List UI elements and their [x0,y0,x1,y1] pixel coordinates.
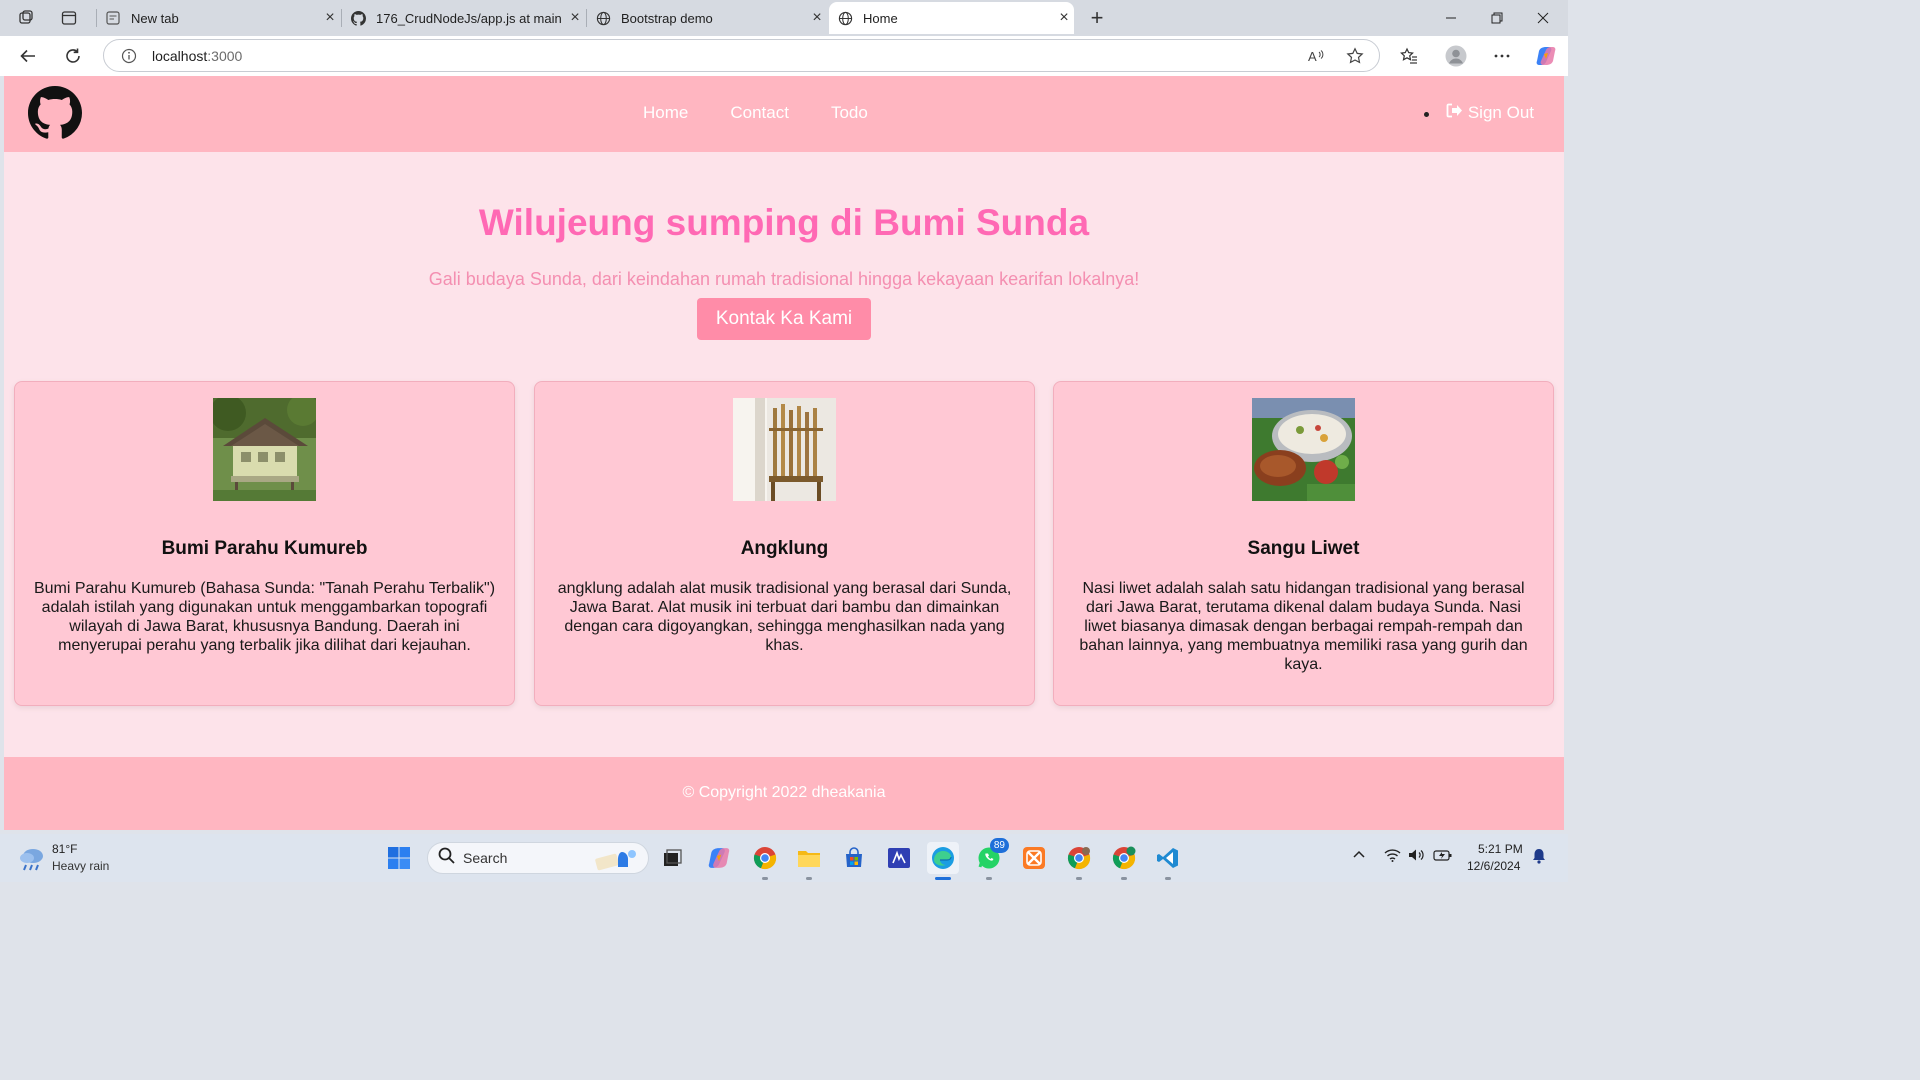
browser-tab-strip: New tab × 176_CrudNodeJs/app.js at main … [0,0,1568,36]
card-title: Angklung [740,538,829,559]
search-highlight-icon [594,846,640,877]
angklung-image [733,398,836,501]
browser-toolbar: localhost:3000 A [0,36,1568,76]
windows-start-icon[interactable] [383,842,415,874]
tab-new-tab[interactable]: New tab × [97,2,340,34]
minimize-icon[interactable] [1428,0,1474,36]
clock-date[interactable]: 12/6/2024 [1467,859,1520,873]
close-tab-icon[interactable]: × [565,9,585,27]
address-bar[interactable]: localhost:3000 A [103,39,1380,72]
visual-studio-icon[interactable] [883,842,915,874]
tab-title: Home [863,10,898,26]
traditional-house-image [213,398,316,501]
site-info-icon[interactable] [120,47,138,65]
task-view-icon[interactable] [656,842,688,874]
nav-link-contact[interactable]: Contact [730,103,789,123]
favorites-icon[interactable] [1395,42,1423,70]
close-tab-icon[interactable]: × [320,9,340,27]
card-bumi-parahu: Bumi Parahu Kumureb Bumi Parahu Kumureb … [14,381,515,706]
file-explorer-icon[interactable] [793,842,825,880]
copilot-icon[interactable] [1532,42,1560,70]
sign-out-link[interactable]: Sign Out [1446,103,1534,123]
web-page: Home Contact Todo Sign Out Wilujeung sum… [4,76,1564,830]
card-sangu-liwet: Sangu Liwet Nasi liwet adalah salah satu… [1053,381,1554,706]
weather-temperature[interactable]: 81°F [52,842,77,856]
hero-title: Wilujeung sumping di Bumi Sunda [478,202,1090,243]
tab-github[interactable]: 176_CrudNodeJs/app.js at main · × [342,2,585,34]
chrome-icon[interactable] [749,842,781,880]
back-icon[interactable] [14,42,42,70]
restore-icon[interactable] [1474,0,1520,36]
url-host: localhost [152,47,208,64]
windows-taskbar: 81°F Heavy rain Search 89 5:21 PM 12/6/2… [0,834,1568,882]
tab-title: Bootstrap demo [621,10,713,26]
footer-copyright: © Copyright 2022 dheakania [682,784,886,801]
more-options-icon[interactable] [1488,42,1516,70]
copilot-taskbar-icon[interactable] [703,842,735,874]
tab-title: New tab [131,10,179,26]
chrome-profile-d-icon[interactable] [1108,842,1140,880]
svg-text:A: A [1308,49,1317,64]
taskbar-search[interactable]: Search [427,842,649,874]
refresh-icon[interactable] [59,42,87,70]
volume-icon[interactable] [1408,848,1425,865]
github-logo-icon[interactable] [24,86,86,140]
edge-browser-icon[interactable] [927,842,959,880]
favorite-star-icon[interactable] [1342,43,1368,69]
card-title: Bumi Parahu Kumureb [161,538,368,559]
footer: © Copyright 2022 dheakania [4,757,1564,830]
workspaces-icon[interactable] [13,5,39,31]
nav-link-home[interactable]: Home [643,103,688,123]
search-icon [438,847,455,869]
chrome-profile-icon[interactable] [1063,842,1095,880]
battery-icon[interactable] [1433,848,1452,865]
microsoft-store-icon[interactable] [838,842,870,874]
read-aloud-icon[interactable]: A [1303,43,1329,69]
clock-time[interactable]: 5:21 PM [1478,842,1523,856]
card-angklung: Angklung angklung adalah alat musik trad… [534,381,1035,706]
profile-avatar-icon[interactable] [1442,42,1470,70]
xampp-icon[interactable] [1018,842,1050,874]
globe-icon [837,10,853,26]
notification-bell-icon[interactable] [1532,848,1546,867]
tab-actions-icon[interactable] [56,5,82,31]
globe-icon [595,10,611,26]
tab-bootstrap-demo[interactable]: Bootstrap demo × [587,2,827,34]
nasi-liwet-image [1252,398,1355,501]
close-tab-icon[interactable]: × [807,9,827,27]
weather-description[interactable]: Heavy rain [52,859,109,873]
url-port: :3000 [207,47,243,64]
newtab-icon [105,10,121,26]
whatsapp-unread-badge: 89 [989,838,1009,853]
tab-title: 176_CrudNodeJs/app.js at main · [376,10,565,26]
sign-out-label: Sign Out [1467,103,1534,122]
close-window-icon[interactable] [1520,0,1566,36]
github-icon [350,10,366,26]
url-text[interactable]: localhost:3000 [152,48,242,64]
list-bullet [1424,112,1429,117]
contact-us-button[interactable]: Kontak Ka Kami [697,298,871,340]
navbar: Home Contact Todo Sign Out [4,76,1564,152]
sign-out-icon [1446,103,1463,123]
nav-links: Home Contact Todo [643,103,910,123]
card-text: angklung adalah alat musik tradisional y… [557,580,1012,654]
heavy-rain-weather-icon[interactable] [18,847,46,871]
hero-subtitle: Gali budaya Sunda, dari keindahan rumah … [428,269,1140,289]
chevron-up-icon[interactable] [1352,848,1366,865]
vscode-icon[interactable] [1152,842,1184,880]
card-title: Sangu Liwet [1247,538,1360,559]
whatsapp-icon[interactable]: 89 [973,838,1009,880]
search-label: Search [463,850,508,866]
wifi-icon[interactable] [1384,848,1401,865]
tab-home[interactable]: Home × [829,2,1074,34]
card-text: Nasi liwet adalah salah satu hidangan tr… [1079,580,1528,673]
close-tab-icon[interactable]: × [1054,9,1074,27]
new-tab-button[interactable]: + [1083,4,1111,32]
nav-link-todo[interactable]: Todo [831,103,868,123]
card-text: Bumi Parahu Kumureb (Bahasa Sunda: "Tana… [33,580,496,654]
